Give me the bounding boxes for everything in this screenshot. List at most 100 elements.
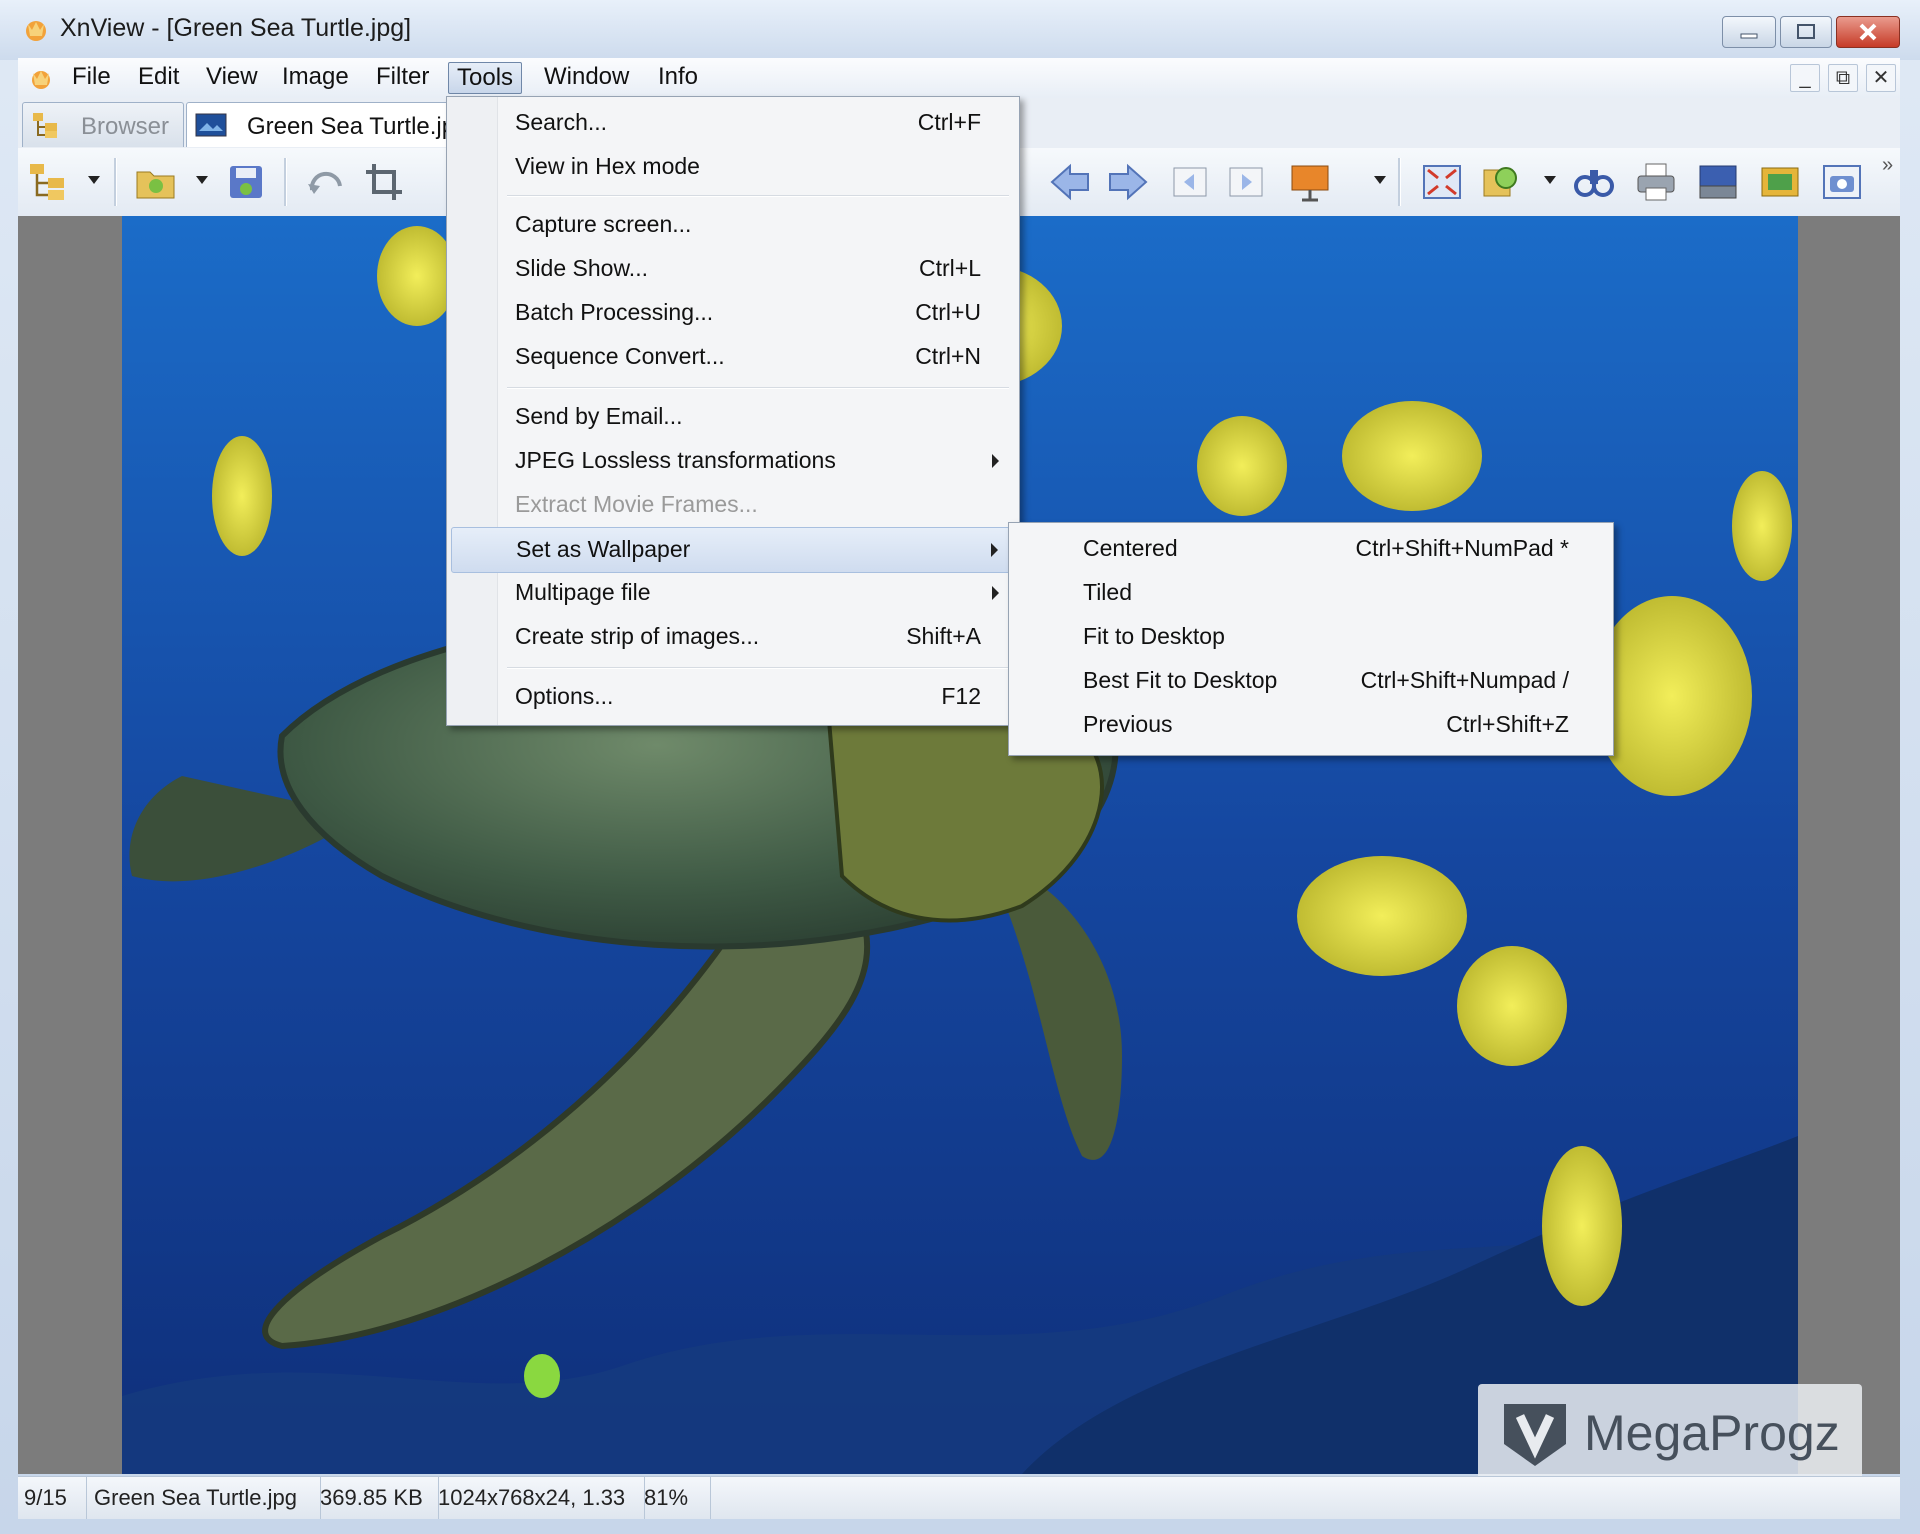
menu-item-tiled[interactable]: Tiled [1013, 571, 1609, 615]
menu-item-fit-to-desktop[interactable]: Fit to Desktop [1013, 615, 1609, 659]
print-icon[interactable] [1634, 160, 1678, 204]
toolbar-separator [114, 158, 117, 206]
menu-item-label: View in Hex mode [515, 153, 700, 179]
menu-item-shortcut: F12 [941, 683, 981, 709]
toolbar-overflow-icon[interactable]: » [1882, 154, 1893, 177]
menu-item-capture-screen[interactable]: Capture screen... [451, 203, 1015, 247]
menu-item-label: Search... [515, 109, 608, 135]
menu-item-label: Extract Movie Frames... [515, 491, 758, 517]
xnview-menu-icon[interactable] [28, 66, 54, 92]
menu-image[interactable]: Image [274, 62, 357, 92]
menu-item-create-strip-of-images[interactable]: Create strip of images... Shift+A [451, 615, 1015, 659]
browser-tree-icon [33, 113, 57, 138]
status-zoom: 81% [638, 1477, 711, 1519]
menu-window[interactable]: Window [536, 62, 637, 92]
menu-item-label: Set as Wallpaper [516, 536, 691, 562]
menu-item-search[interactable]: Search... Ctrl+F [451, 101, 1015, 145]
title-bar[interactable]: XnView - [Green Sea Turtle.jpg] [0, 0, 1920, 60]
menu-file[interactable]: File [64, 62, 119, 92]
menu-separator [507, 387, 1009, 389]
submenu-arrow-icon [992, 586, 999, 600]
slideshow-icon[interactable] [1288, 160, 1332, 204]
maximize-icon [1797, 24, 1815, 39]
menu-bar: File Edit View Image Filter Tools Window… [18, 58, 1900, 99]
close-icon: ✕ [1872, 67, 1890, 89]
xnview-app-icon [26, 21, 46, 41]
status-bar: 9/15 Green Sea Turtle.jpg 369.85 KB 1024… [18, 1476, 1900, 1519]
watermark: MegaProgz [1478, 1384, 1862, 1484]
menu-filter[interactable]: Filter [368, 62, 437, 92]
wallpaper-icon[interactable] [1758, 160, 1802, 204]
open-folder-icon[interactable] [134, 160, 178, 204]
menu-item-label: JPEG Lossless transformations [515, 447, 836, 473]
menu-item-shortcut: Ctrl+U [915, 299, 981, 325]
mdi-minimize-button[interactable]: _ [1790, 64, 1820, 92]
image-tab-icon [195, 113, 227, 137]
menu-item-label: Tiled [1083, 579, 1132, 605]
minimize-button[interactable] [1722, 16, 1776, 48]
wallpaper-submenu: Centered Ctrl+Shift+NumPad * Tiled Fit t… [1008, 522, 1614, 756]
menu-item-multipage-file[interactable]: Multipage file [451, 571, 1015, 615]
menu-separator [507, 195, 1009, 197]
menu-info[interactable]: Info [650, 62, 706, 92]
menu-item-options[interactable]: Options... F12 [451, 675, 1015, 719]
menu-item-best-fit-to-desktop[interactable]: Best Fit to Desktop Ctrl+Shift+Numpad / [1013, 659, 1609, 703]
menu-item-label: Fit to Desktop [1083, 623, 1225, 649]
dropdown-arrow-icon[interactable] [196, 176, 208, 186]
find-icon[interactable] [1572, 160, 1616, 204]
menu-item-sequence-convert[interactable]: Sequence Convert... Ctrl+N [451, 335, 1015, 379]
fit-to-screen-icon[interactable] [1420, 160, 1464, 204]
crop-icon[interactable] [362, 160, 406, 204]
first-page-icon[interactable] [1168, 160, 1212, 204]
menu-item-label: Sequence Convert... [515, 343, 725, 369]
menu-item-label: Best Fit to Desktop [1083, 667, 1278, 693]
menu-item-centered[interactable]: Centered Ctrl+Shift+NumPad * [1013, 527, 1609, 571]
menu-edit[interactable]: Edit [130, 62, 187, 92]
close-button[interactable] [1836, 16, 1900, 48]
menu-view[interactable]: View [198, 62, 266, 92]
menu-item-slide-show[interactable]: Slide Show... Ctrl+L [451, 247, 1015, 291]
previous-icon[interactable] [1048, 160, 1092, 204]
window-title: XnView - [Green Sea Turtle.jpg] [60, 14, 412, 42]
dropdown-arrow-icon[interactable] [1374, 176, 1386, 186]
rotate-icon[interactable] [304, 160, 348, 204]
capture-icon[interactable] [1820, 160, 1864, 204]
menu-item-previous[interactable]: Previous Ctrl+Shift+Z [1013, 703, 1609, 747]
menu-item-send-by-email[interactable]: Send by Email... [451, 395, 1015, 439]
menu-item-batch-processing[interactable]: Batch Processing... Ctrl+U [451, 291, 1015, 335]
menu-item-label: Slide Show... [515, 255, 648, 281]
status-filename: Green Sea Turtle.jpg [88, 1477, 321, 1519]
tab-browser[interactable]: Browser [22, 102, 184, 147]
minimize-icon: _ [1799, 67, 1811, 89]
menu-item-label: Send by Email... [515, 403, 683, 429]
menu-item-set-as-wallpaper[interactable]: Set as Wallpaper [451, 527, 1015, 573]
tab-browser-label: Browser [81, 113, 170, 140]
dropdown-arrow-icon[interactable] [88, 176, 100, 186]
submenu-arrow-icon [992, 454, 999, 468]
tab-image-label: Green Sea Turtle.jpg [247, 113, 463, 140]
menu-item-shortcut: Ctrl+F [917, 109, 981, 135]
tab-image[interactable]: Green Sea Turtle.jpg [186, 102, 468, 147]
menu-item-label: Multipage file [515, 579, 651, 605]
menu-item-jpeg-lossless-transformations[interactable]: JPEG Lossless transformations [451, 439, 1015, 483]
megaprogz-logo-icon [1504, 1404, 1566, 1466]
last-page-icon[interactable] [1224, 160, 1268, 204]
maximize-button[interactable] [1780, 16, 1832, 48]
restore-icon: ⧉ [1835, 67, 1851, 89]
next-icon[interactable] [1106, 160, 1150, 204]
menu-item-shortcut: Ctrl+Shift+NumPad * [1355, 535, 1569, 561]
menu-item-view-in-hex-mode[interactable]: View in Hex mode [451, 145, 1015, 189]
menu-item-label: Centered [1083, 535, 1178, 561]
scanner-icon[interactable] [1696, 160, 1740, 204]
tools-menu: Search... Ctrl+F View in Hex mode Captur… [446, 96, 1020, 726]
menu-tools[interactable]: Tools [448, 62, 523, 94]
mdi-restore-button[interactable]: ⧉ [1828, 64, 1858, 92]
menu-item-shortcut: Ctrl+Shift+Z [1446, 711, 1569, 737]
menu-item-label: Previous [1083, 711, 1173, 737]
dropdown-arrow-icon[interactable] [1544, 176, 1556, 186]
zoom-icon[interactable] [1480, 160, 1524, 204]
save-icon[interactable] [224, 160, 268, 204]
mdi-close-button[interactable]: ✕ [1866, 64, 1896, 92]
browser-tree-icon[interactable] [26, 160, 70, 204]
menu-separator [507, 667, 1009, 669]
